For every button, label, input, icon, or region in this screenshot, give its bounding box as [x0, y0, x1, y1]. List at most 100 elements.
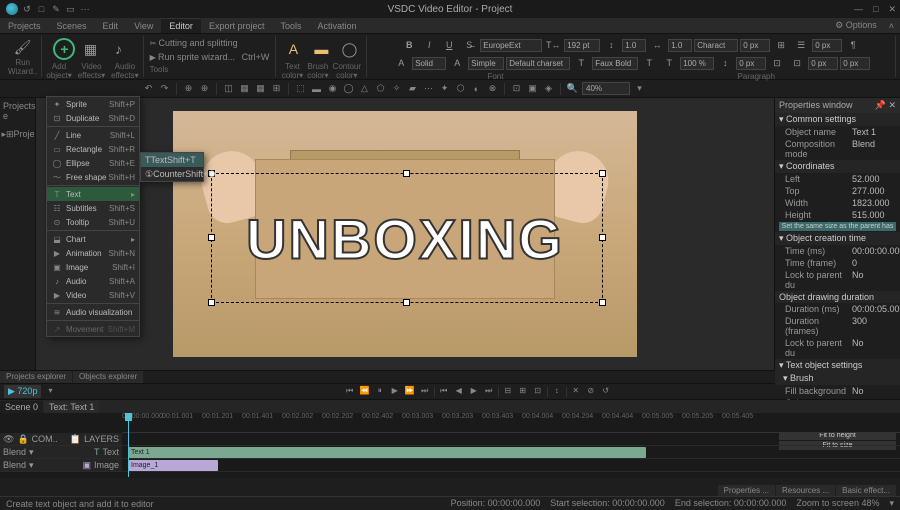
menu-item-animation[interactable]: ▶AnimationShift+N — [47, 246, 139, 260]
brush-color-button[interactable]: ▬ — [308, 36, 334, 62]
run-sprite-wizard[interactable]: ▶ Run sprite wizard... Ctrl+W — [150, 52, 270, 62]
solid-select[interactable] — [412, 57, 446, 70]
options-button[interactable]: ⚙ Options — [829, 20, 883, 31]
contour-color-button[interactable]: ◯ — [336, 36, 362, 62]
creation-section[interactable]: ▾ Object creation time — [775, 232, 900, 245]
menu-item-chart[interactable]: ⬓Chart▸ — [47, 232, 139, 246]
tab-activation[interactable]: Activation — [309, 19, 364, 33]
font-size-input[interactable] — [564, 39, 600, 52]
submenu-item-text[interactable]: TTextShift+T — [141, 153, 203, 167]
menu-item-duplicate[interactable]: ⊡DuplicateShift+D — [47, 111, 139, 125]
collapse-ribbon-icon[interactable]: ˄ — [883, 21, 900, 31]
undo-icon[interactable]: ↶ — [142, 82, 155, 95]
resolution-indicator[interactable]: ▶ 720p — [4, 385, 41, 398]
play-icon[interactable]: ▶ — [389, 386, 401, 398]
zoom-icon[interactable]: 🔍 — [566, 82, 579, 95]
charact-select[interactable] — [694, 39, 738, 52]
projects-explorer-tab[interactable]: Projects explorer — [0, 371, 72, 383]
tab-editor[interactable]: Editor — [161, 18, 201, 33]
resize-handle[interactable] — [403, 170, 410, 177]
maximize-button[interactable]: □ — [873, 4, 878, 15]
menu-item-ellipse[interactable]: ◯EllipseShift+E — [47, 156, 139, 170]
project-tree-root[interactable]: ▸⊞ Proje — [2, 125, 34, 143]
align-icon[interactable]: ⊞ — [772, 36, 790, 54]
add-object-button[interactable]: + — [53, 38, 75, 60]
resources-tab[interactable]: Resources ... — [776, 485, 835, 496]
strike-icon[interactable]: S̶ — [460, 36, 478, 54]
bold-icon[interactable]: B — [400, 36, 418, 54]
text-color-button[interactable]: A — [280, 36, 306, 62]
menu-item-text[interactable]: TText▸ — [47, 187, 139, 201]
scene-tab[interactable]: Scene 0 — [0, 401, 43, 413]
common-section[interactable]: ▾ Common settings — [775, 113, 900, 126]
menu-item-audio[interactable]: ♪AudioShift+A — [47, 274, 139, 288]
px-input[interactable] — [740, 39, 770, 52]
track-image[interactable]: Blend▾▣Image Image_1 — [0, 459, 900, 472]
menu-item-sprite[interactable]: ✦SpriteShift+P — [47, 97, 139, 111]
text-selection-box[interactable] — [211, 173, 603, 303]
faux-bold[interactable] — [592, 57, 638, 70]
tab-export[interactable]: Export project — [201, 19, 273, 33]
menu-item-subtitles[interactable]: ☷SubtitlesShift+S — [47, 201, 139, 215]
rewind-icon[interactable]: ⏪ — [359, 386, 371, 398]
scale-y[interactable] — [668, 39, 692, 52]
textobj-section[interactable]: ▾ Text object settings — [775, 359, 900, 372]
same-size-button[interactable]: Set the same size as the parent has — [779, 222, 896, 231]
menu-item-video[interactable]: ▶VideoShift+V — [47, 288, 139, 302]
submenu-item-counter[interactable]: ①CounterShift+O — [141, 167, 203, 181]
redo-icon[interactable]: ↷ — [158, 82, 171, 95]
audio-effects-button[interactable]: ♪ — [105, 36, 131, 62]
resize-handle[interactable] — [599, 299, 606, 306]
scale-x[interactable] — [622, 39, 646, 52]
menu-item-rectangle[interactable]: ▭RectangleShift+R — [47, 142, 139, 156]
italic-icon[interactable]: I — [420, 36, 438, 54]
video-effects-button[interactable]: ▦ — [77, 36, 103, 62]
simple-select[interactable] — [468, 57, 504, 70]
text-tab[interactable]: Text: Text 1 — [44, 401, 99, 413]
cutting-label[interactable]: ✂ Cutting and splitting — [150, 38, 238, 48]
menu-item-line[interactable]: ╱LineShift+L — [47, 128, 139, 142]
tab-tools[interactable]: Tools — [272, 19, 309, 33]
objects-explorer-tab[interactable]: Objects explorer — [73, 371, 143, 383]
tracking-input[interactable] — [680, 57, 714, 70]
font-select[interactable] — [480, 39, 542, 52]
clip-image[interactable]: Image_1 — [128, 460, 218, 471]
menu-item-movement[interactable]: ↗MovementShift+M — [47, 322, 139, 336]
timeline-ruler[interactable]: 00:00:00.00000:01.00100:01.20100:01.4010… — [122, 413, 900, 433]
tab-scenes[interactable]: Scenes — [49, 19, 95, 33]
zoom-input[interactable] — [582, 82, 630, 95]
qa-icon[interactable]: ✎ — [51, 4, 61, 14]
properties-tab[interactable]: Properties ... — [718, 485, 775, 496]
menu-item-free-shape[interactable]: ～Free shapeShift+H — [47, 170, 139, 184]
tab-projects[interactable]: Projects — [0, 19, 49, 33]
menu-item-audio-visualization[interactable]: ≋Audio visualization — [47, 305, 139, 319]
brush-section[interactable]: ▾ Brush — [775, 372, 900, 385]
clip-text[interactable]: Text 1 — [128, 447, 646, 458]
qa-icon[interactable]: □ — [37, 4, 47, 14]
tab-view[interactable]: View — [126, 19, 161, 33]
close-button[interactable]: ✕ — [888, 4, 896, 15]
underline-icon[interactable]: U — [440, 36, 458, 54]
goto-end-icon[interactable]: ⏭ — [419, 386, 431, 398]
resize-handle[interactable] — [599, 234, 606, 241]
tab-edit[interactable]: Edit — [95, 19, 127, 33]
playhead[interactable] — [128, 413, 129, 477]
run-wizard-icon[interactable]: 🖌 — [10, 36, 36, 58]
qa-icon[interactable]: ▭ — [66, 4, 76, 14]
goto-start-icon[interactable]: ⏮ — [344, 386, 356, 398]
basic-effects-tab[interactable]: Basic effect... — [836, 485, 896, 496]
track-text[interactable]: Blend▾TText Text 1 — [0, 446, 900, 459]
minimize-button[interactable]: — — [854, 4, 863, 15]
menu-item-tooltip[interactable]: ⊙TooltipShift+U — [47, 215, 139, 229]
qa-icon[interactable]: ⋯ — [80, 4, 90, 14]
qa-undo-icon[interactable]: ↺ — [22, 4, 32, 14]
pin-icon[interactable]: 📌 ✕ — [875, 100, 896, 111]
coords-section[interactable]: ▾ Coordinates — [775, 160, 900, 173]
horiz-text-icon[interactable]: T↔ — [544, 36, 562, 54]
resize-handle[interactable] — [403, 299, 410, 306]
resize-handle[interactable] — [599, 170, 606, 177]
list-icon[interactable]: ☰ — [792, 36, 810, 54]
resize-handle[interactable] — [208, 234, 215, 241]
preview-canvas[interactable]: UNBOXING — [36, 98, 774, 370]
forward-icon[interactable]: ⏩ — [404, 386, 416, 398]
